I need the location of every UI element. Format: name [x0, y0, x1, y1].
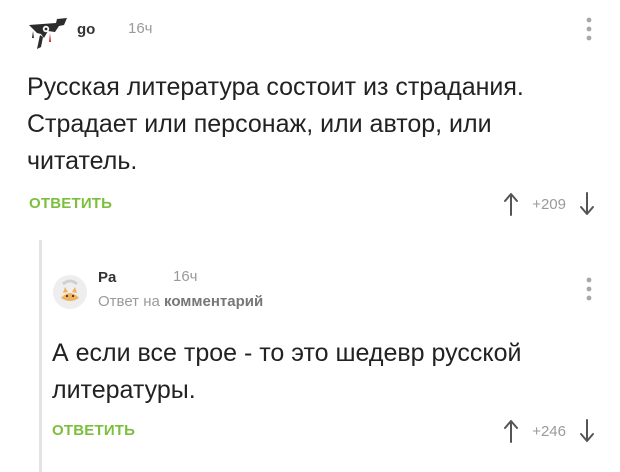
reply-to-prefix: Ответ на — [98, 293, 160, 310]
more-options-icon[interactable] — [584, 276, 594, 302]
reply-comment: Pa 16ч Ответ на комментарий А если все т… — [0, 232, 620, 472]
rating-score: +246 — [532, 422, 566, 440]
downvote-arrow-icon[interactable] — [578, 191, 596, 217]
upvote-arrow-icon[interactable] — [502, 191, 520, 217]
comment-timestamp: 16ч — [128, 20, 153, 37]
comment-text: Русская литература состоит из страдания.… — [27, 73, 524, 175]
comment-rating: +246 — [502, 418, 596, 444]
reply-button[interactable]: ОТВЕТИТЬ — [29, 195, 112, 212]
comment-text: А если все трое - то это шедевр русской … — [52, 339, 522, 404]
comment-rating: +209 — [502, 191, 596, 217]
rating-score: +209 — [532, 195, 566, 213]
comment-username[interactable]: go — [77, 21, 95, 38]
comment: go 16ч Русская литература состоит из стр… — [0, 0, 620, 232]
cat-avatar-icon[interactable] — [52, 274, 88, 310]
more-options-icon[interactable] — [584, 16, 594, 42]
comment-timestamp: 16ч — [173, 268, 198, 285]
hand-crest-icon[interactable] — [26, 11, 70, 51]
thread-line[interactable] — [39, 240, 42, 472]
comment-username[interactable]: Pa — [98, 269, 116, 286]
reply-button[interactable]: ОТВЕТИТЬ — [52, 422, 135, 439]
reply-to-label: Ответ на комментарий — [98, 293, 263, 310]
downvote-arrow-icon[interactable] — [578, 418, 596, 444]
upvote-arrow-icon[interactable] — [502, 418, 520, 444]
reply-to-link[interactable]: комментарий — [164, 293, 263, 310]
